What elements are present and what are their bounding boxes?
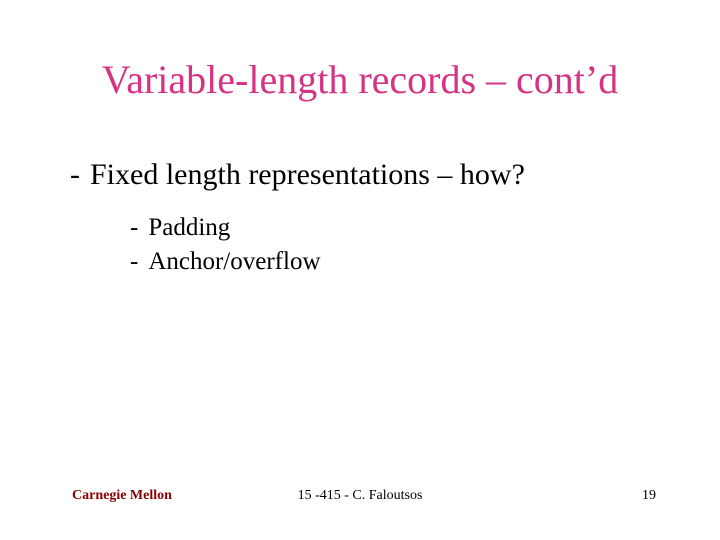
bullet-level1: -Fixed length representations – how?	[70, 158, 525, 192]
bullet-dash: -	[130, 248, 138, 276]
bullet-text: Padding	[148, 214, 230, 241]
bullet-dash: -	[130, 214, 138, 242]
bullet-text: Anchor/overflow	[148, 248, 320, 275]
bullet-text: Fixed length representations – how?	[90, 158, 525, 191]
footer-course: 15 -415 - C. Faloutsos	[0, 488, 720, 504]
footer-page-number: 19	[642, 488, 656, 504]
bullet-level2: -Padding	[130, 214, 230, 242]
bullet-dash: -	[70, 158, 80, 192]
slide-title: Variable-length records – cont’d	[0, 56, 720, 103]
bullet-level2: -Anchor/overflow	[130, 248, 321, 276]
slide: Variable-length records – cont’d -Fixed …	[0, 0, 720, 540]
